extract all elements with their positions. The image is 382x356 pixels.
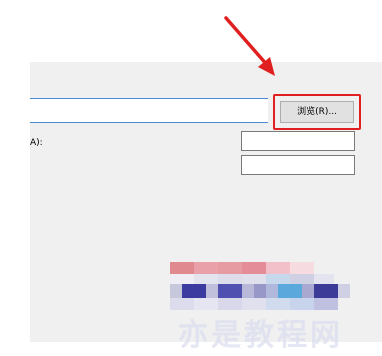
path-input[interactable] — [30, 98, 268, 123]
red-arrow-icon — [224, 16, 275, 76]
field-label: A): — [30, 138, 43, 148]
text-field-2[interactable] — [241, 155, 355, 175]
browse-button[interactable]: 浏览(R)... — [280, 101, 354, 123]
text-field-1[interactable] — [241, 131, 355, 151]
watermark-text: 亦是教程网 — [178, 318, 343, 353]
